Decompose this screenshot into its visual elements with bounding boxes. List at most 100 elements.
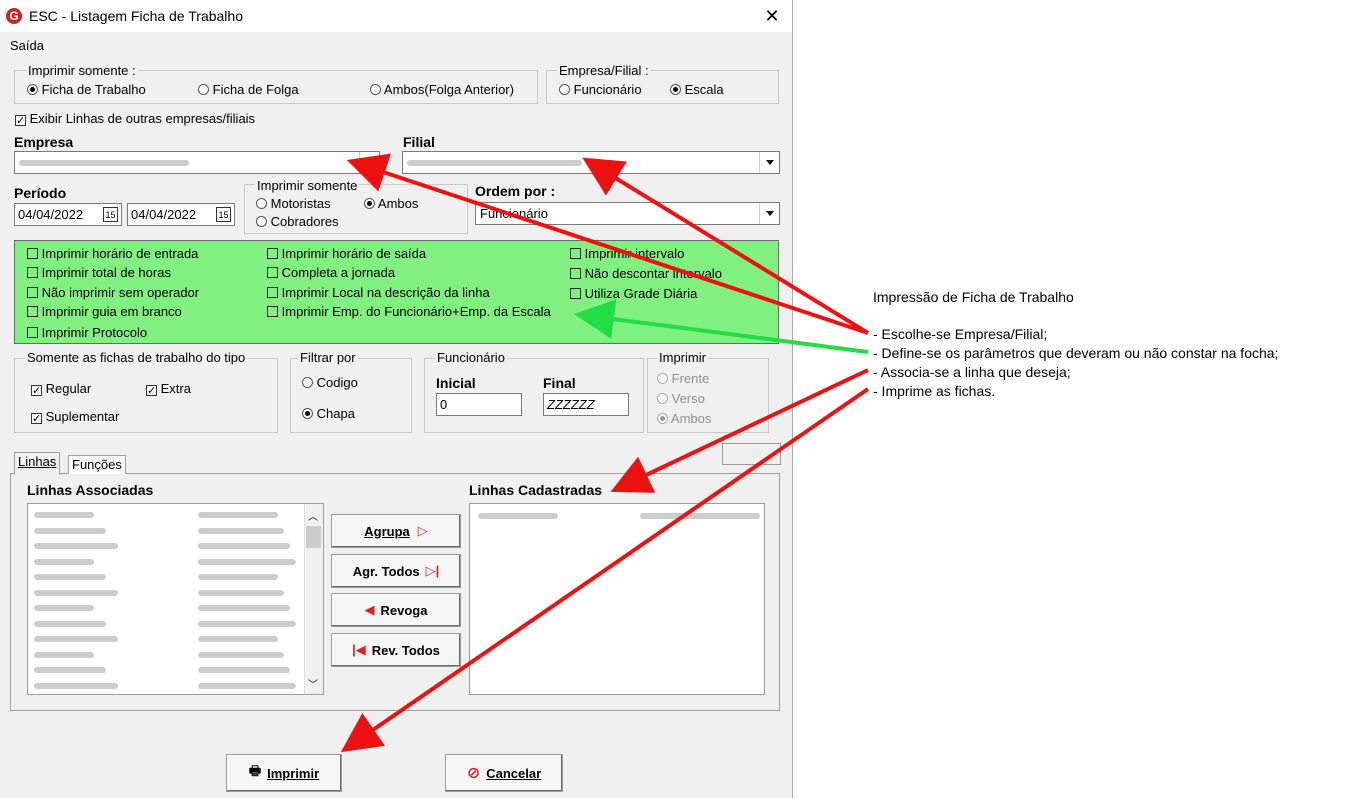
chk-horario-entrada[interactable]: Imprimir horário de entrada <box>27 246 198 262</box>
radio-codigo[interactable]: Codigo <box>302 375 358 391</box>
scrollbar[interactable]: ︿ ﹀ <box>304 504 323 694</box>
ordem-select[interactable]: Funcionário <box>475 202 780 225</box>
empresa-select[interactable] <box>14 151 380 174</box>
list-item[interactable] <box>28 508 303 522</box>
close-icon[interactable]: ✕ <box>760 4 784 28</box>
chk-emp-funcionario[interactable]: Imprimir Emp. do Funcionário+Emp. da Esc… <box>267 304 551 320</box>
revoga-button[interactable]: ◀ Revoga <box>331 593 461 627</box>
printer-icon: 🖶 <box>248 763 262 778</box>
tab-funcoes[interactable]: Funções <box>68 455 126 474</box>
radio-ambos-tipo[interactable]: Ambos <box>364 196 418 212</box>
periodo-label: Período <box>14 185 67 201</box>
radio-codigo-label: Codigo <box>316 375 358 390</box>
periodo-end-input[interactable]: 04/04/2022 15 <box>127 203 235 226</box>
radio-escala[interactable]: Escala <box>670 82 724 98</box>
chk-imprimir-intervalo[interactable]: Imprimir intervalo <box>570 246 684 262</box>
list-item[interactable] <box>28 570 303 584</box>
dialog-window: G ESC - Listagem Ficha de Trabalho ✕ Saí… <box>0 0 793 798</box>
chk-sem-operador[interactable]: Não imprimir sem operador <box>27 285 199 301</box>
checkbox-icon <box>570 268 581 279</box>
chk-completa-jornada[interactable]: Completa a jornada <box>267 265 395 281</box>
imprimir-label: Imprimir <box>267 765 320 781</box>
empresa-filial-legend: Empresa/Filial : <box>557 63 651 78</box>
exibir-linhas-label: Exibir Linhas de outras empresas/filiais <box>29 111 256 126</box>
window-title: ESC - Listagem Ficha de Trabalho <box>29 8 243 24</box>
checkbox-icon <box>27 327 38 338</box>
list-item[interactable] <box>28 617 303 631</box>
linhas-cadastradas-list[interactable] <box>469 503 765 695</box>
imprimir-button[interactable]: 🖶 Imprimir <box>226 754 342 792</box>
agrupa-label: Agrupa <box>364 523 410 539</box>
exibir-linhas-checkbox[interactable]: ✓ Exibir Linhas de outras empresas/filia… <box>15 111 255 127</box>
agr-todos-button[interactable]: Agr. Todos ▷| <box>331 554 461 588</box>
tab-linhas[interactable]: Linhas <box>14 452 61 475</box>
list-item[interactable] <box>28 632 303 646</box>
list-item[interactable] <box>28 586 303 600</box>
arrow-right-icon: ▷ <box>417 523 428 538</box>
chk-regular[interactable]: ✓ Regular <box>31 381 91 397</box>
list-item[interactable] <box>28 663 303 677</box>
radio-cobradores[interactable]: Cobradores <box>256 214 339 230</box>
blurred-text <box>19 160 189 166</box>
list-item[interactable] <box>470 508 764 524</box>
list-item[interactable] <box>28 524 303 538</box>
radio-frente[interactable]: Frente <box>657 371 709 387</box>
list-item[interactable] <box>28 679 303 693</box>
checkbox-icon: ✓ <box>15 115 26 127</box>
radio-chapa-label: Chapa <box>316 406 355 421</box>
list-item[interactable] <box>28 539 303 553</box>
scroll-thumb[interactable] <box>306 526 321 548</box>
chk-horario-saida[interactable]: Imprimir horário de saída <box>267 246 426 262</box>
radio-funcionario[interactable]: Funcionário <box>559 82 642 98</box>
chk-protocolo[interactable]: Imprimir Protocolo <box>27 325 147 341</box>
periodo-start-input[interactable]: 04/04/2022 15 <box>14 203 122 226</box>
list-item[interactable] <box>28 555 303 569</box>
radio-chapa[interactable]: Chapa <box>302 406 355 422</box>
radio-ficha-trabalho-icon <box>27 84 38 95</box>
radio-verso[interactable]: Verso <box>657 391 705 407</box>
radio-ficha-trabalho[interactable]: Ficha de Trabalho <box>27 82 146 98</box>
chevron-down-icon[interactable] <box>759 203 779 224</box>
chk-grade-diaria[interactable]: Utiliza Grade Diária <box>570 286 697 302</box>
chk-suplementar[interactable]: ✓ Suplementar <box>31 409 119 425</box>
chevron-down-icon[interactable] <box>759 152 779 173</box>
title-bar: G ESC - Listagem Ficha de Trabalho ✕ <box>0 0 792 32</box>
menu-saida[interactable]: Saída <box>10 38 44 53</box>
scroll-down-icon[interactable]: ﹀ <box>308 676 318 691</box>
funcionario-legend: Funcionário <box>435 350 507 365</box>
arrow-left-icon: ◀ <box>364 602 375 617</box>
calendar-icon[interactable]: 15 <box>103 207 118 222</box>
agrupa-button[interactable]: Agrupa ▷ <box>331 514 461 548</box>
cancel-icon: ⊘ <box>466 765 481 782</box>
chk-extra[interactable]: ✓ Extra <box>146 381 191 397</box>
rev-todos-button[interactable]: |◀ Rev. Todos <box>331 633 461 667</box>
chk-nao-descontar[interactable]: Não descontar intervalo <box>570 266 722 282</box>
chk-label: Não imprimir sem operador <box>41 285 200 300</box>
checkbox-icon <box>267 306 278 317</box>
radio-motoristas[interactable]: Motoristas <box>256 196 331 212</box>
funcionario-final-input[interactable]: ZZZZZZ <box>543 393 629 416</box>
chk-label: Utiliza Grade Diária <box>584 286 698 301</box>
list-item[interactable] <box>28 601 303 615</box>
imprimir-somente2-legend: Imprimir somente <box>255 178 360 193</box>
radio-escala-icon <box>670 84 681 95</box>
funcionario-inicial-input[interactable]: 0 <box>436 393 522 416</box>
scroll-up-icon[interactable]: ︿ <box>308 508 318 523</box>
radio-ambos-folga[interactable]: Ambos(Folga Anterior) <box>370 82 514 98</box>
chevron-down-icon[interactable] <box>359 152 379 173</box>
chk-guia-branco[interactable]: Imprimir guia em branco <box>27 304 182 320</box>
checkbox-icon: ✓ <box>146 385 157 397</box>
chk-total-horas[interactable]: Imprimir total de horas <box>27 265 171 281</box>
chk-local-descricao[interactable]: Imprimir Local na descrição da linha <box>267 285 490 301</box>
radio-ficha-folga[interactable]: Ficha de Folga <box>198 82 299 98</box>
radio-frente-label: Frente <box>671 371 710 386</box>
radio-codigo-icon <box>302 377 313 388</box>
calendar-icon[interactable]: 15 <box>216 207 231 222</box>
linhas-associadas-list[interactable]: ︿ ﹀ <box>27 503 324 695</box>
annotation-line-2: - Define-se os parâmetros que deveram ou… <box>873 345 1279 361</box>
cancelar-button[interactable]: ⊘ Cancelar <box>445 754 563 792</box>
filial-select[interactable] <box>402 151 780 174</box>
chk-label: Imprimir horário de saída <box>281 246 427 261</box>
list-item[interactable] <box>28 648 303 662</box>
radio-ambos-lado[interactable]: Ambos <box>657 411 711 427</box>
